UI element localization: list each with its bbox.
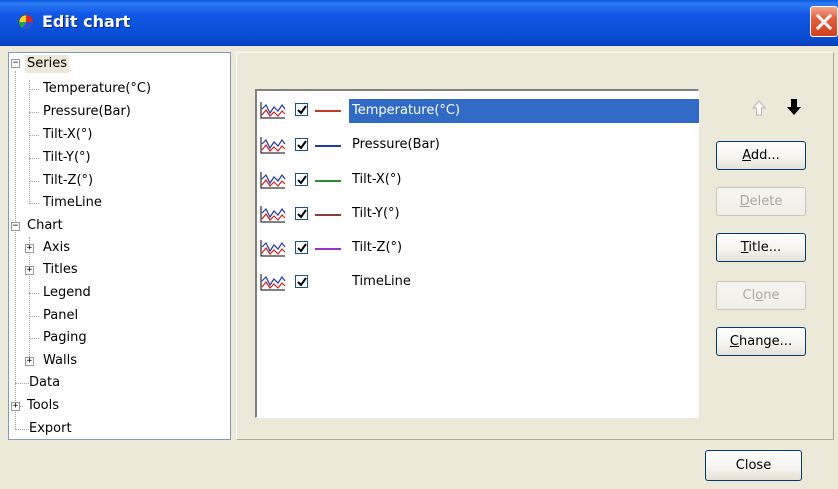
tree-node-axis[interactable]: Axis <box>41 239 72 257</box>
tree-node-panel[interactable]: Panel <box>41 307 80 325</box>
tree-node-walls[interactable]: Walls <box>41 352 79 370</box>
add-button[interactable]: Add... <box>716 141 806 170</box>
tree-node-chart[interactable]: Chart <box>25 217 65 235</box>
tree-node-series-item[interactable]: Tilt-Y(°) <box>41 149 93 167</box>
tree-node-series-item[interactable]: Tilt-X(°) <box>41 126 94 144</box>
series-color-swatch <box>315 214 341 216</box>
line-chart-icon[interactable] <box>260 205 286 223</box>
title-bar[interactable]: Edit chart <box>0 0 838 46</box>
line-chart-icon[interactable] <box>260 273 286 291</box>
line-chart-icon[interactable] <box>260 239 286 257</box>
series-color-swatch <box>315 110 341 112</box>
tree-node-series[interactable]: Series <box>25 55 69 73</box>
chart-tree[interactable]: − Series Temperature(°C) Pressure(Bar) T… <box>8 52 231 440</box>
series-label: Pressure(Bar) <box>352 137 440 152</box>
tree-node-paging[interactable]: Paging <box>41 329 89 347</box>
series-label: Temperature(°C) <box>352 103 461 118</box>
clone-button[interactable]: Clone <box>716 281 806 310</box>
series-visible-checkbox[interactable] <box>295 173 308 186</box>
tools-expand-icon[interactable]: + <box>11 402 20 411</box>
checkmark-icon <box>297 277 307 287</box>
tree-node-series-item[interactable]: Tilt-Z(°) <box>41 172 95 190</box>
series-visible-checkbox[interactable] <box>295 103 308 116</box>
series-visible-checkbox[interactable] <box>295 138 308 151</box>
tree-node-titles[interactable]: Titles <box>41 261 80 279</box>
title-button[interactable]: Title... <box>716 233 806 262</box>
arrow-up-icon[interactable] <box>752 100 766 116</box>
series-visible-checkbox[interactable] <box>295 207 308 220</box>
checkmark-icon <box>297 140 307 150</box>
tree-node-series-item[interactable]: TimeLine <box>41 194 104 212</box>
chart-app-icon <box>18 14 34 30</box>
chart-collapse-icon[interactable]: − <box>11 222 20 231</box>
checkmark-icon <box>297 105 307 115</box>
arrow-down-icon[interactable] <box>786 98 802 116</box>
checkmark-icon <box>297 209 307 219</box>
series-row[interactable]: Tilt-Y(°) <box>257 197 699 231</box>
tree-node-tools[interactable]: Tools <box>25 397 61 415</box>
checkmark-icon <box>297 243 307 253</box>
series-row[interactable]: TimeLine <box>257 265 699 299</box>
series-row[interactable]: Tilt-Z(°) <box>257 231 699 265</box>
series-color-swatch <box>315 145 341 147</box>
line-chart-icon[interactable] <box>260 101 286 119</box>
window-title: Edit chart <box>42 12 131 31</box>
tree-node-data[interactable]: Data <box>27 374 62 392</box>
series-visible-checkbox[interactable] <box>295 275 308 288</box>
series-visible-checkbox[interactable] <box>295 241 308 254</box>
series-label: TimeLine <box>352 274 411 289</box>
delete-button[interactable]: Delete <box>716 187 806 216</box>
series-color-swatch <box>315 248 341 250</box>
edit-chart-window: Edit chart − Series Temperature(°C) Pres… <box>0 0 838 489</box>
series-color-swatch <box>315 180 341 182</box>
tree-node-legend[interactable]: Legend <box>41 284 93 302</box>
close-button[interactable]: Close <box>705 450 802 481</box>
series-row[interactable]: Tilt-X(°) <box>257 163 699 197</box>
walls-expand-icon[interactable]: + <box>25 357 34 366</box>
close-icon[interactable] <box>810 6 838 37</box>
titles-expand-icon[interactable]: + <box>25 266 34 275</box>
series-label: Tilt-X(°) <box>352 172 402 187</box>
tree-node-export[interactable]: Export <box>27 420 74 438</box>
change-button[interactable]: Change... <box>716 327 806 356</box>
series-collapse-icon[interactable]: − <box>11 59 20 68</box>
axis-expand-icon[interactable]: + <box>25 244 34 253</box>
series-label: Tilt-Y(°) <box>352 206 400 221</box>
series-row[interactable]: Temperature(°C) <box>257 93 699 127</box>
series-label: Tilt-Z(°) <box>352 240 403 255</box>
line-chart-icon[interactable] <box>260 136 286 154</box>
series-list[interactable]: Temperature(°C) Pressure(Bar) Tilt-X(°) Til… <box>255 89 699 418</box>
checkmark-icon <box>297 175 307 185</box>
series-row[interactable]: Pressure(Bar) <box>257 128 699 162</box>
tree-node-series-item[interactable]: Pressure(Bar) <box>41 103 133 121</box>
tree-node-series-item[interactable]: Temperature(°C) <box>41 80 153 98</box>
line-chart-icon[interactable] <box>260 171 286 189</box>
